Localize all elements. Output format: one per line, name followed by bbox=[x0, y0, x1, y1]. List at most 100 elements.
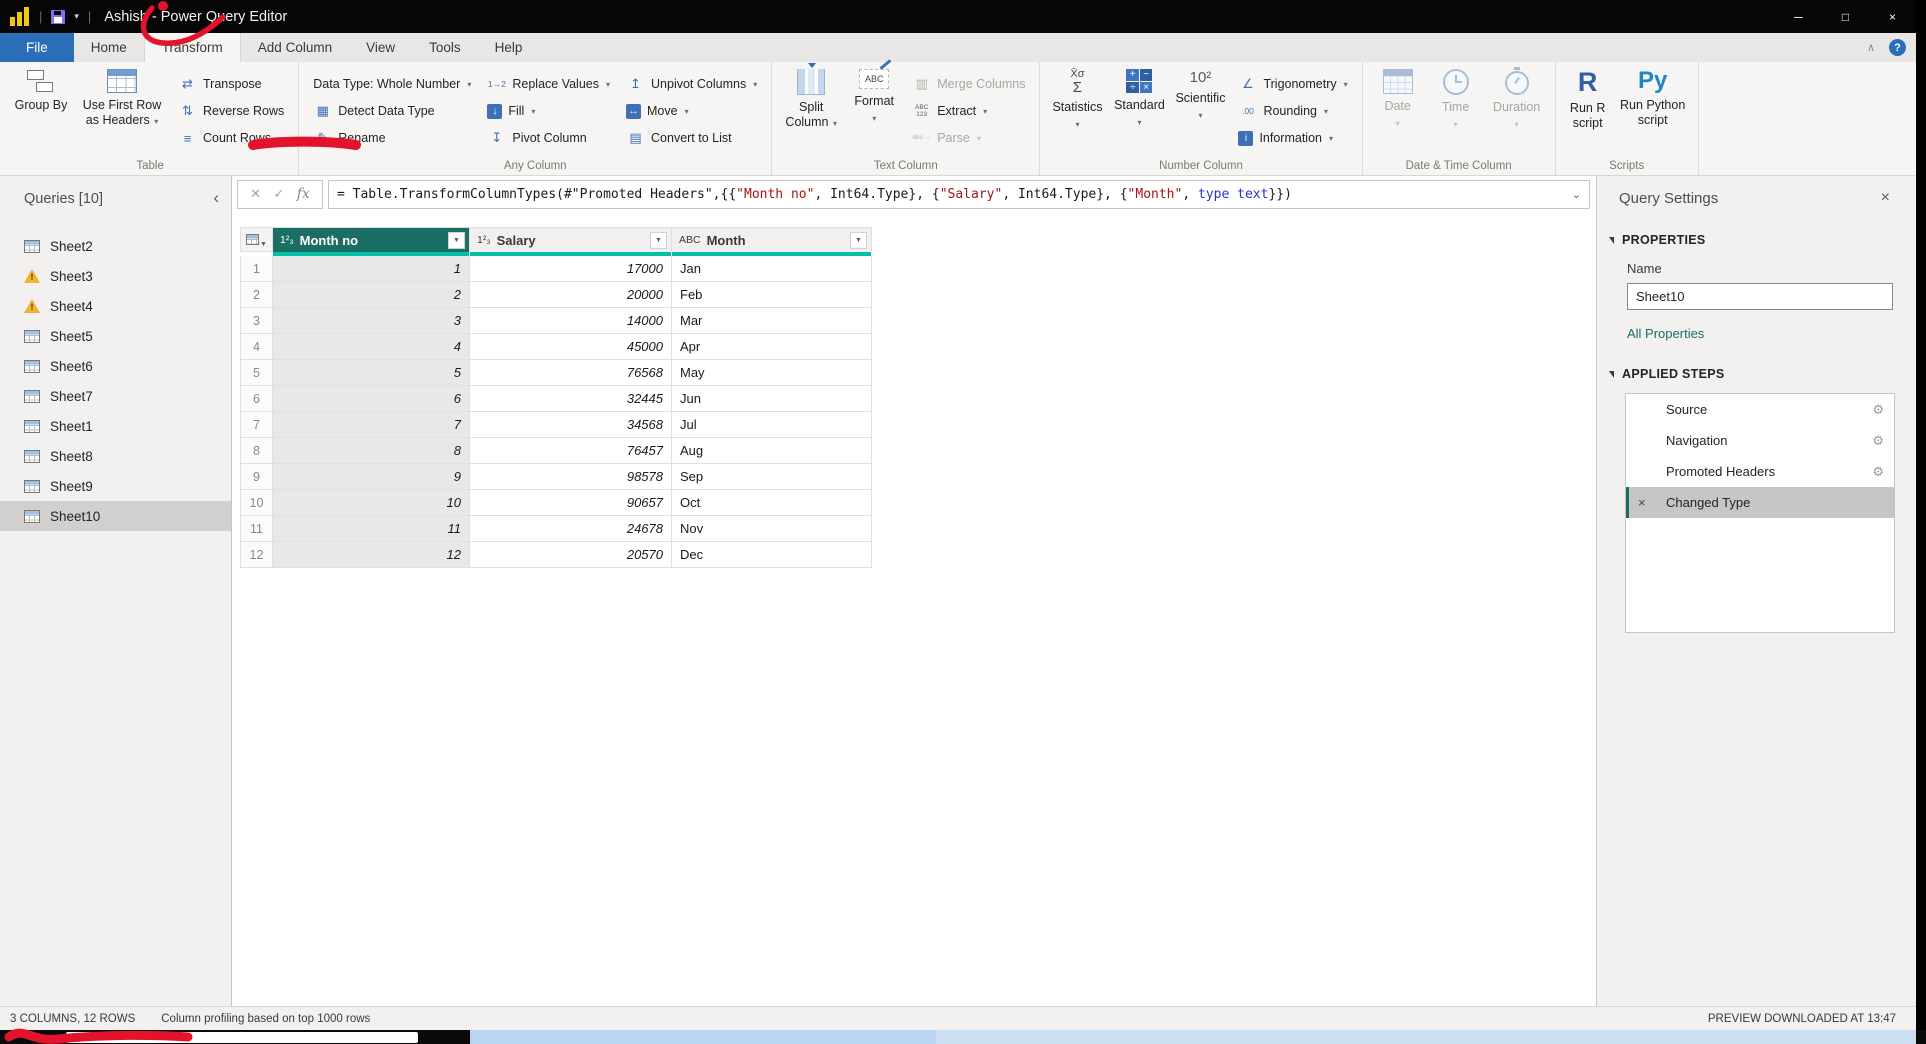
rename-button[interactable]: ✎ Rename bbox=[307, 125, 477, 151]
cell-month-no[interactable]: 10 bbox=[273, 490, 470, 516]
cell-month-no[interactable]: 3 bbox=[273, 308, 470, 334]
gear-icon[interactable]: ⚙ bbox=[1872, 464, 1884, 480]
commit-formula-icon[interactable]: ✓ bbox=[273, 186, 284, 202]
use-first-row-as-headers-button[interactable]: Use First Row as Headers ▾ bbox=[76, 62, 168, 150]
row-number[interactable]: 7 bbox=[240, 412, 273, 438]
close-button[interactable]: × bbox=[1869, 0, 1916, 33]
query-item-sheet10[interactable]: Sheet10 bbox=[0, 501, 231, 531]
split-column-button[interactable]: Split Column ▾ bbox=[780, 62, 842, 150]
row-number[interactable]: 1 bbox=[240, 256, 273, 282]
query-item-sheet3[interactable]: !Sheet3 bbox=[0, 261, 231, 291]
query-item-sheet5[interactable]: Sheet5 bbox=[0, 321, 231, 351]
minimize-button[interactable]: ─ bbox=[1775, 0, 1822, 33]
reverse-rows-button[interactable]: ⇅ Reverse Rows bbox=[172, 98, 290, 124]
query-item-sheet4[interactable]: !Sheet4 bbox=[0, 291, 231, 321]
cell-salary[interactable]: 76568 bbox=[470, 360, 672, 386]
cell-salary[interactable]: 24678 bbox=[470, 516, 672, 542]
cell-month[interactable]: Feb bbox=[672, 282, 872, 308]
cell-month-no[interactable]: 2 bbox=[273, 282, 470, 308]
fill-button[interactable]: ↓ Fill ▾ bbox=[481, 98, 616, 124]
detect-data-type-button[interactable]: ▦ Detect Data Type bbox=[307, 98, 477, 124]
cell-month[interactable]: May bbox=[672, 360, 872, 386]
format-button[interactable]: ABC Format ▾ bbox=[846, 62, 902, 150]
delete-step-icon[interactable]: × bbox=[1638, 495, 1646, 510]
row-number[interactable]: 11 bbox=[240, 516, 273, 542]
unpivot-columns-button[interactable]: ↥ Unpivot Columns ▾ bbox=[620, 71, 763, 97]
cell-salary[interactable]: 20000 bbox=[470, 282, 672, 308]
cell-month-no[interactable]: 1 bbox=[273, 256, 470, 282]
cell-month[interactable]: Nov bbox=[672, 516, 872, 542]
fx-icon[interactable]: fx bbox=[297, 186, 310, 202]
maximize-button[interactable]: □ bbox=[1822, 0, 1869, 33]
row-number[interactable]: 4 bbox=[240, 334, 273, 360]
standard-button[interactable]: +−÷× Standard ▾ bbox=[1110, 62, 1168, 150]
cell-month[interactable]: Apr bbox=[672, 334, 872, 360]
cell-month-no[interactable]: 6 bbox=[273, 386, 470, 412]
scientific-button[interactable]: 10² Scientific ▾ bbox=[1172, 62, 1228, 150]
query-item-sheet8[interactable]: Sheet8 bbox=[0, 441, 231, 471]
trigonometry-button[interactable]: ∠ Trigonometry ▾ bbox=[1232, 71, 1353, 97]
cell-month-no[interactable]: 9 bbox=[273, 464, 470, 490]
cell-month[interactable]: Dec bbox=[672, 542, 872, 568]
tab-home[interactable]: Home bbox=[74, 33, 144, 62]
formula-input[interactable]: = Table.TransformColumnTypes(#"Promoted … bbox=[328, 180, 1590, 209]
tab-view[interactable]: View bbox=[349, 33, 412, 62]
cancel-formula-icon[interactable]: ✕ bbox=[250, 186, 261, 202]
row-number[interactable]: 6 bbox=[240, 386, 273, 412]
cell-salary[interactable]: 14000 bbox=[470, 308, 672, 334]
row-number[interactable]: 3 bbox=[240, 308, 273, 334]
group-by-button[interactable]: Group By bbox=[10, 62, 72, 150]
cell-salary[interactable]: 90657 bbox=[470, 490, 672, 516]
data-type-button[interactable]: Data Type: Whole Number ▾ bbox=[307, 71, 477, 97]
query-item-sheet7[interactable]: Sheet7 bbox=[0, 381, 231, 411]
cell-month-no[interactable]: 8 bbox=[273, 438, 470, 464]
convert-to-list-button[interactable]: ▤ Convert to List bbox=[620, 125, 763, 151]
run-python-script-button[interactable]: Py Run Python script bbox=[1616, 62, 1690, 150]
applied-step-promoted-headers[interactable]: Promoted Headers⚙ bbox=[1626, 456, 1894, 487]
tab-tools[interactable]: Tools bbox=[412, 33, 478, 62]
cell-month[interactable]: Mar bbox=[672, 308, 872, 334]
save-icon[interactable] bbox=[51, 10, 65, 24]
cell-month[interactable]: Sep bbox=[672, 464, 872, 490]
cell-salary[interactable]: 34568 bbox=[470, 412, 672, 438]
query-name-input[interactable] bbox=[1627, 283, 1893, 310]
column-type-icon[interactable]: ABC bbox=[679, 234, 701, 246]
cell-salary[interactable]: 45000 bbox=[470, 334, 672, 360]
all-properties-link[interactable]: All Properties bbox=[1597, 326, 1916, 341]
cell-month-no[interactable]: 4 bbox=[273, 334, 470, 360]
cell-month[interactable]: Jul bbox=[672, 412, 872, 438]
replace-values-button[interactable]: 1→2 Replace Values ▾ bbox=[481, 71, 616, 97]
query-item-sheet6[interactable]: Sheet6 bbox=[0, 351, 231, 381]
transpose-button[interactable]: ⇄ Transpose bbox=[172, 71, 290, 97]
column-header-month[interactable]: ABCMonth▼ bbox=[672, 227, 872, 252]
applied-steps-section-header[interactable]: APPLIED STEPS bbox=[1597, 367, 1916, 381]
filter-dropdown-icon[interactable]: ▼ bbox=[650, 232, 667, 249]
applied-step-navigation[interactable]: Navigation⚙ bbox=[1626, 425, 1894, 456]
query-item-sheet9[interactable]: Sheet9 bbox=[0, 471, 231, 501]
column-type-icon[interactable]: 1²₃ bbox=[280, 234, 294, 246]
cell-month-no[interactable]: 12 bbox=[273, 542, 470, 568]
row-number[interactable]: 10 bbox=[240, 490, 273, 516]
statistics-button[interactable]: X̄σΣ Statistics ▾ bbox=[1048, 62, 1106, 150]
move-button[interactable]: ↔ Move ▾ bbox=[620, 98, 763, 124]
information-button[interactable]: i Information ▾ bbox=[1232, 125, 1353, 151]
close-query-settings-icon[interactable]: × bbox=[1881, 189, 1890, 207]
cell-month-no[interactable]: 11 bbox=[273, 516, 470, 542]
tab-add-column[interactable]: Add Column bbox=[241, 33, 349, 62]
row-number[interactable]: 5 bbox=[240, 360, 273, 386]
collapse-ribbon-icon[interactable]: ∧ bbox=[1867, 41, 1875, 54]
applied-step-changed-type[interactable]: ×Changed Type bbox=[1626, 487, 1894, 518]
tab-file[interactable]: File bbox=[0, 33, 74, 62]
cell-month[interactable]: Oct bbox=[672, 490, 872, 516]
cell-salary[interactable]: 32445 bbox=[470, 386, 672, 412]
cell-salary[interactable]: 20570 bbox=[470, 542, 672, 568]
pivot-column-button[interactable]: ↧ Pivot Column bbox=[481, 125, 616, 151]
gear-icon[interactable]: ⚙ bbox=[1872, 402, 1884, 418]
quick-access-dropdown-icon[interactable]: ▾ bbox=[74, 11, 79, 22]
filter-dropdown-icon[interactable]: ▼ bbox=[850, 232, 867, 249]
count-rows-button[interactable]: ≡ Count Rows bbox=[172, 125, 290, 151]
row-number[interactable]: 12 bbox=[240, 542, 273, 568]
run-r-script-button[interactable]: R Run R script bbox=[1564, 62, 1612, 150]
cell-month-no[interactable]: 5 bbox=[273, 360, 470, 386]
extract-button[interactable]: ABC 123 Extract ▾ bbox=[906, 98, 1031, 124]
